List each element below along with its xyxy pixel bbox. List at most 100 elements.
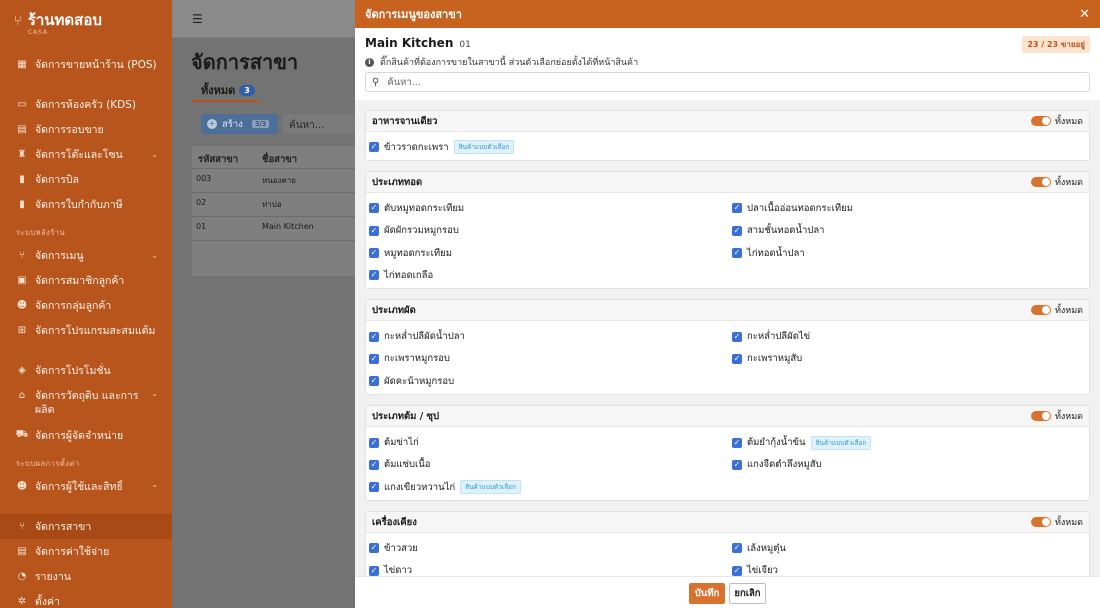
menu-item-checkbox[interactable]: ✓ กะเพราหมูสับ (732, 348, 1095, 370)
item-grid: ✓ ข้าวสวย ✓ เล้งหมูตุ๋น ✓ ไข่ดาว ✓ ไข่เจียว (366, 533, 1089, 576)
sidebar-item[interactable]: ⊞ จัดการโปรแกรมสะสมแต้ม (0, 318, 172, 358)
toggle-switch[interactable] (1030, 411, 1051, 422)
brand-subtitle: CASA (27, 29, 49, 36)
toggle-switch[interactable] (1030, 305, 1051, 316)
sidebar-item[interactable]: ✲ ตั้งค่า (0, 589, 172, 608)
menu-item-checkbox[interactable]: ✓ กะหล่ำปลีผัดไข่ (732, 325, 1095, 347)
branch-search-input[interactable]: ค้นหา... (283, 114, 355, 134)
menu-item-checkbox[interactable]: ✓ แกงจืดตำลึงหมูสับ (732, 454, 1095, 476)
sidebar-item[interactable]: ▤ จัดการรอบขาย (0, 117, 172, 142)
menu-search-box[interactable]: ⚲ (365, 72, 1090, 92)
sidebar-item[interactable]: ◈ จัดการโปรโมชั่น (0, 358, 172, 383)
table-divider (192, 240, 355, 241)
sidebar-item[interactable]: ▮ จัดการใบกำกับภาษี (0, 192, 172, 217)
menu-item-checkbox[interactable]: ✓ ผัดผักรวมหมูกรอบ (369, 220, 732, 242)
search-icon: ⚲ (372, 76, 380, 88)
brand[interactable]: ⑂ ร้านทดสอบ CASA (14, 12, 102, 36)
menu-item-checkbox[interactable]: ✓ ปลาเนื้ออ่อนทอดกระเทียม (732, 197, 1095, 219)
menu-item-checkbox[interactable]: ✓ ไก่ทอดน้ำปลา (732, 242, 1095, 264)
menu-item-checkbox[interactable]: ✓ ข้าวราดกะเพรา สินค้าแบบตัวเลือก (369, 136, 732, 158)
select-all-toggle[interactable]: ทั้งหมด (1030, 114, 1083, 128)
chevron-down-icon: ⌄ (151, 480, 158, 489)
menu-item-checkbox[interactable]: ✓ ไก่ทอดเกลือ (369, 264, 732, 286)
checkbox-checked-icon[interactable]: ✓ (732, 248, 742, 259)
checkbox-checked-icon[interactable]: ✓ (732, 437, 742, 448)
checkbox-checked-icon[interactable]: ✓ (369, 225, 379, 236)
sidebar-item[interactable]: ▮ จัดการบิล (0, 167, 172, 192)
menu-search-input[interactable] (387, 76, 1083, 88)
menu-toggle-icon[interactable]: ☰ (192, 12, 203, 26)
checkbox-checked-icon[interactable]: ✓ (732, 203, 742, 214)
select-all-toggle[interactable]: ทั้งหมด (1030, 515, 1083, 529)
checkbox-checked-icon[interactable]: ✓ (732, 331, 742, 342)
category-header: ประเภททอด ทั้งหมด (366, 172, 1089, 194)
sidebar-item[interactable]: ◔ รายงาน (0, 564, 172, 589)
drawer-header: จัดการเมนูของสาขา ✕ (355, 0, 1100, 28)
item-grid: ✓ กะหล่ำปลีผัดน้ำปลา ✓ กะหล่ำปลีผัดไข่ ✓ กะเพ… (366, 321, 1089, 394)
menu-item-checkbox[interactable]: ✓ หมูทอดกระเทียม (369, 242, 732, 264)
checkbox-checked-icon[interactable]: ✓ (369, 248, 379, 259)
checkbox-checked-icon[interactable]: ✓ (369, 565, 379, 576)
menu-item-label: ต้มยำกุ้งน้ำข้น (747, 437, 806, 449)
menu-item-label: แกงจืดตำลึงหมูสับ (747, 459, 822, 471)
toggle-switch[interactable] (1030, 116, 1051, 126)
cancel-button[interactable]: ยกเลิก (729, 583, 766, 604)
sidebar-item[interactable]: ⑂ จัดการสาขา (0, 514, 172, 539)
close-icon[interactable]: ✕ (1079, 7, 1090, 22)
checkbox-checked-icon[interactable]: ✓ (732, 225, 742, 236)
menu-item-checkbox[interactable]: ✓ ข้าวสวย (369, 537, 732, 559)
checkbox-checked-icon[interactable]: ✓ (369, 203, 379, 214)
category-title: อาหารจานเดียว (372, 115, 438, 127)
sidebar-item[interactable]: ▦ จัดการขายหน้าร้าน (POS) (0, 52, 172, 92)
sidebar-item[interactable]: ▤ จัดการค่าใช้จ่าย (0, 539, 172, 564)
menu-item-checkbox[interactable]: ✓ ผัดคะน้าหมูกรอบ (369, 370, 732, 392)
checkbox-checked-icon[interactable]: ✓ (369, 270, 379, 281)
checkbox-checked-icon[interactable]: ✓ (369, 376, 379, 387)
toggle-switch[interactable] (1030, 177, 1051, 188)
sidebar-item[interactable]: ⛟ จัดการผู้จัดจำหน่าย (0, 423, 172, 448)
checkbox-checked-icon[interactable]: ✓ (732, 543, 742, 554)
create-branch-button[interactable]: + สร้าง 3/3 (201, 114, 278, 134)
sidebar-item-label: จัดการค่าใช้จ่าย (35, 546, 110, 558)
sidebar-item[interactable]: ⌂ จัดการวัตถุดิบ และการผลิต ⌄ (0, 383, 172, 423)
sidebar-item[interactable]: ⑂ จัดการเมนู ⌄ (0, 243, 172, 268)
menu-item-checkbox[interactable]: ✓ เล้งหมูตุ๋น (732, 537, 1095, 559)
table-cell-name[interactable]: หนองคาย (262, 174, 296, 187)
tab-all[interactable]: ทั้งหมด 3 (201, 81, 255, 99)
menu-item-checkbox[interactable]: ✓ ต้มข่าไก่ (369, 431, 732, 453)
menu-item-checkbox[interactable]: ✓ แกงเขียวหวานไก่ สินค้าแบบตัวเลือก (369, 476, 732, 498)
menu-item-checkbox[interactable]: ✓ กะเพราหมูกรอบ (369, 348, 732, 370)
checkbox-checked-icon[interactable]: ✓ (369, 459, 379, 470)
sidebar-item-label: จัดการโปรแกรมสะสมแต้ม (35, 325, 156, 337)
menu-item-checkbox[interactable]: ✓ สามชั้นทอดน้ำปลา (732, 220, 1095, 242)
sidebar-item[interactable]: ▭ จัดการห้องครัว (KDS) (0, 92, 172, 117)
sidebar-item[interactable]: ▣ จัดการสมาชิกลูกค้า (0, 268, 172, 293)
checkbox-checked-icon[interactable]: ✓ (369, 331, 379, 342)
menu-item-checkbox[interactable]: ✓ ตับหมูทอดกระเทียม (369, 197, 732, 219)
menu-item-checkbox[interactable]: ✓ ต้มแซ่บเนื้อ (369, 454, 732, 476)
select-all-toggle[interactable]: ทั้งหมด (1030, 175, 1083, 189)
bill-icon: ▮ (19, 174, 25, 185)
menu-item-checkbox[interactable]: ✓ ไข่ดาว (369, 560, 732, 576)
save-button[interactable]: บันทึก (689, 583, 725, 604)
checkbox-checked-icon[interactable]: ✓ (369, 482, 379, 493)
menu-item-checkbox[interactable]: ✓ กะหล่ำปลีผัดน้ำปลา (369, 325, 732, 347)
table-cell-name[interactable]: Main Kitchen (262, 222, 314, 231)
menu-item-checkbox[interactable]: ✓ ไข่เจียว (732, 560, 1095, 576)
sidebar-item[interactable]: ☻ จัดการผู้ใช้และสิทธิ์ ⌄ (0, 474, 172, 514)
checkbox-checked-icon[interactable]: ✓ (369, 437, 379, 448)
select-all-toggle[interactable]: ทั้งหมด (1030, 303, 1083, 317)
checkbox-checked-icon[interactable]: ✓ (369, 353, 379, 364)
menu-item-checkbox[interactable]: ✓ ต้มยำกุ้งน้ำข้น สินค้าแบบตัวเลือก (732, 431, 1095, 453)
toggle-switch[interactable] (1030, 517, 1051, 528)
checkbox-checked-icon[interactable]: ✓ (732, 459, 742, 470)
checkbox-checked-icon[interactable]: ✓ (369, 142, 379, 153)
sidebar-item[interactable]: ♜ จัดการโต๊ะและโซน ⌄ (0, 142, 172, 167)
sidebar-item[interactable]: ☻ จัดการกลุ่มลูกค้า (0, 293, 172, 318)
checkbox-checked-icon[interactable]: ✓ (732, 353, 742, 364)
select-all-toggle[interactable]: ทั้งหมด (1030, 409, 1083, 423)
id-card-icon: ▣ (17, 275, 27, 286)
checkbox-checked-icon[interactable]: ✓ (732, 565, 742, 576)
table-cell-name[interactable]: ท่าบ่อ (262, 198, 282, 211)
checkbox-checked-icon[interactable]: ✓ (369, 543, 379, 554)
